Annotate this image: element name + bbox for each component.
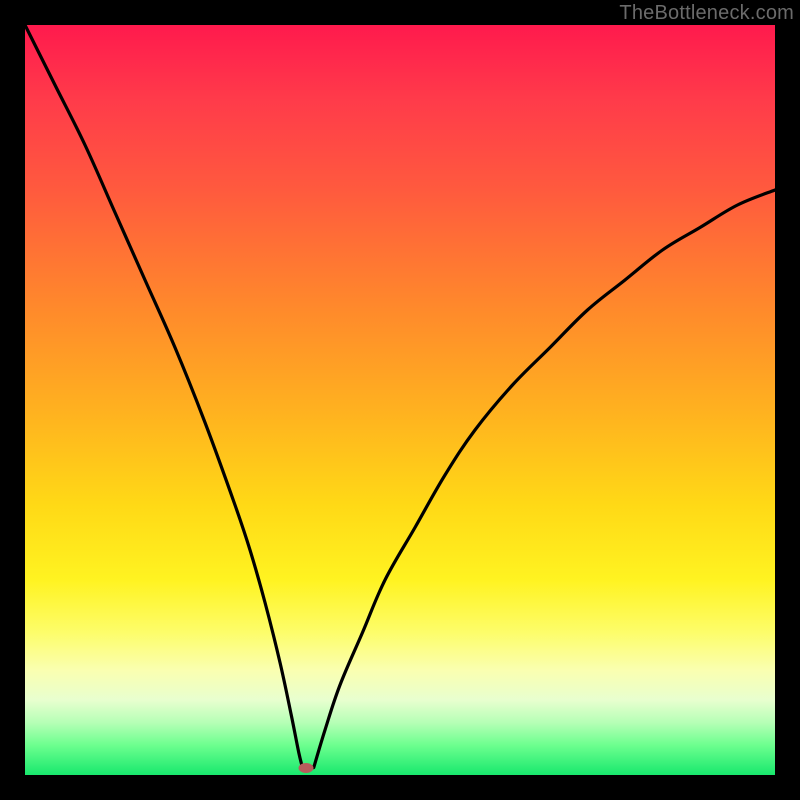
- minimum-marker: [299, 763, 314, 773]
- plot-area: [25, 25, 775, 775]
- bottleneck-curve: [25, 25, 775, 775]
- watermark-text: TheBottleneck.com: [619, 2, 794, 25]
- chart-frame: TheBottleneck.com: [0, 0, 800, 800]
